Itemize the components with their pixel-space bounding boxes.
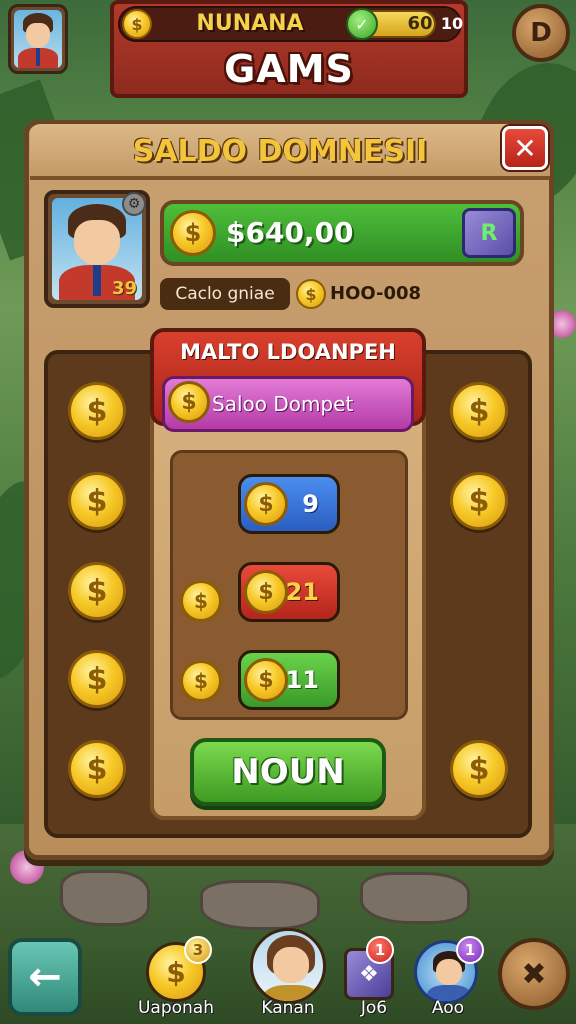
coin-icon: $: [68, 382, 126, 440]
nav-badge: 1: [456, 936, 484, 964]
nav-label: Kanan: [261, 998, 315, 1018]
coin-icon: $: [450, 740, 508, 798]
tools-button[interactable]: ✖: [498, 938, 570, 1010]
gear-icon[interactable]: ⚙: [122, 192, 146, 216]
coin-icon: $: [68, 472, 126, 530]
coin-icon: $: [68, 740, 126, 798]
coin-icon: $: [244, 658, 288, 702]
coin-icon: $: [450, 472, 508, 530]
stone: [60, 870, 150, 926]
close-button[interactable]: ✕: [502, 126, 548, 170]
profile-level-badge: 39: [112, 278, 138, 299]
amount-value: 21: [285, 578, 319, 606]
coin-icon: $: [68, 562, 126, 620]
page-title: GAMS: [224, 47, 354, 91]
nav-item-aoo[interactable]: 1 Aoo: [400, 922, 496, 1022]
amount-value: 9: [302, 490, 319, 518]
wallet-pill-label: Saloo Dompet: [212, 392, 354, 416]
amount-value: 11: [285, 666, 319, 694]
nav-badge: 1: [366, 936, 394, 964]
balance-value: $640,00: [226, 216, 354, 249]
sub-value: HOO-008: [330, 283, 422, 304]
coin-icon: $: [180, 580, 222, 622]
menu-button[interactable]: D: [512, 4, 570, 62]
stone: [360, 872, 470, 924]
profile-avatar-icon: [250, 928, 326, 1004]
sub-label: Caclo gniae: [160, 278, 290, 310]
coin-icon: $: [68, 650, 126, 708]
coin-icon: $: [296, 279, 326, 309]
energy-icon: ✓: [346, 8, 378, 40]
player-avatar[interactable]: [8, 4, 68, 74]
wallet-icon[interactable]: R: [462, 208, 516, 258]
confirm-button[interactable]: NOUN: [190, 738, 386, 806]
nav-item-kanan[interactable]: Kanan: [240, 922, 336, 1022]
avatar-face: [14, 10, 62, 68]
coin-icon: $: [244, 570, 288, 614]
coin-icon: $: [168, 381, 210, 423]
coin-icon: $: [244, 482, 288, 526]
coin-icon: $: [170, 210, 216, 256]
nav-label: Aoo: [431, 998, 465, 1018]
coin-stack-icon: $: [180, 660, 222, 702]
panel-title: SALDO DOMNESII: [132, 134, 428, 169]
nav-label: Uaponah: [137, 998, 215, 1018]
coin-icon: $: [122, 9, 152, 39]
back-button[interactable]: ←: [8, 938, 82, 1016]
nav-item-uaponah[interactable]: $ 3 Uaponah: [128, 922, 224, 1022]
coin-icon: $: [450, 382, 508, 440]
level-value: 10: [440, 14, 464, 33]
energy-value: 60: [407, 13, 433, 34]
sign-title: MALTO LDOANPEH: [180, 340, 396, 364]
player-name: NUNANA: [196, 11, 304, 36]
nav-badge: 3: [184, 936, 212, 964]
